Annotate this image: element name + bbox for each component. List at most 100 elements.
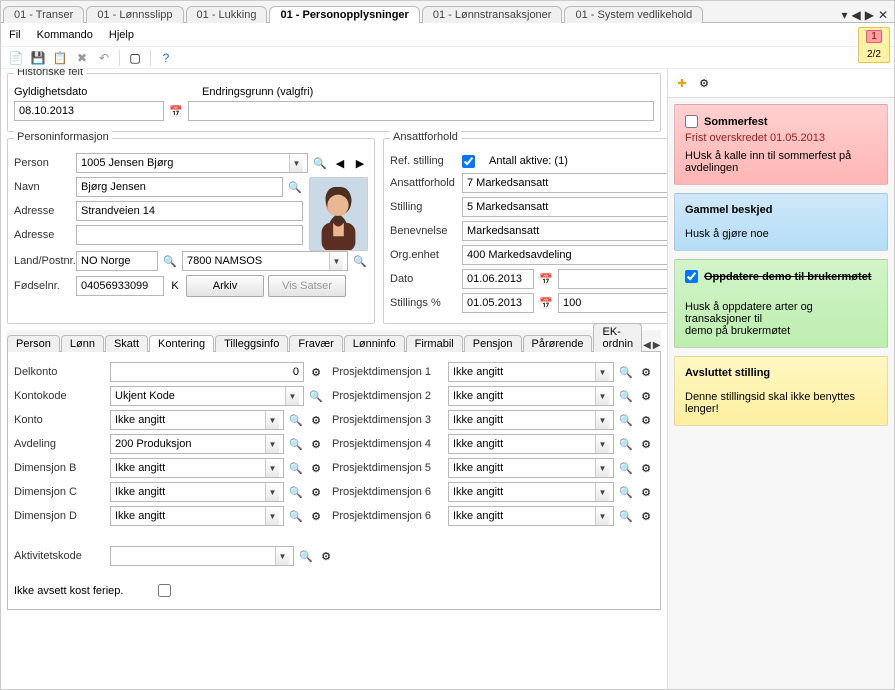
- benevnelse-input[interactable]: [462, 221, 667, 241]
- chevron-down-icon[interactable]: ▼: [289, 154, 303, 172]
- chevron-down-icon[interactable]: ▼: [595, 435, 609, 453]
- dimensjon-c-combo[interactable]: ▼: [110, 482, 284, 502]
- gear-icon[interactable]: ⚙: [638, 484, 654, 500]
- menu-fil[interactable]: Fil: [9, 29, 21, 41]
- chevron-down-icon[interactable]: ▼: [329, 252, 343, 270]
- tabs-menu-icon[interactable]: ▾: [841, 8, 847, 22]
- sticky-note[interactable]: Sommerfest Frist overskredet 01.05.2013 …: [674, 104, 888, 185]
- search-icon[interactable]: 🔍: [618, 412, 634, 428]
- avdeling-combo[interactable]: ▼: [110, 434, 284, 454]
- window-tab[interactable]: 01 - Lønnsslipp: [86, 6, 183, 23]
- prosjekt-dim-input[interactable]: [453, 459, 595, 477]
- gear-icon[interactable]: ⚙: [638, 364, 654, 380]
- search-icon[interactable]: 🔍: [618, 460, 634, 476]
- next-record-icon[interactable]: ▶: [352, 155, 368, 171]
- ansattforhold-input[interactable]: [467, 174, 667, 192]
- prosjekt-dim-input[interactable]: [453, 411, 595, 429]
- kontokode-combo[interactable]: ▼: [110, 386, 304, 406]
- vis-satser-button[interactable]: Vis Satser: [268, 275, 346, 297]
- dimensjon-d-input[interactable]: [115, 507, 265, 525]
- prosjekt-dim-input[interactable]: [453, 483, 595, 501]
- chevron-down-icon[interactable]: ▼: [595, 387, 609, 405]
- fodselnr-input[interactable]: [76, 276, 164, 296]
- prosjekt-dim3-combo[interactable]: ▼: [448, 410, 614, 430]
- stilling-input[interactable]: [462, 197, 667, 217]
- search-icon[interactable]: 🔍: [308, 388, 324, 404]
- prosjekt-dim2-combo[interactable]: ▼: [448, 386, 614, 406]
- chevron-down-icon[interactable]: ▼: [595, 363, 609, 381]
- calendar-icon[interactable]: 📅: [538, 295, 554, 311]
- adresse-input[interactable]: [76, 201, 303, 221]
- chevron-down-icon[interactable]: ▼: [595, 507, 609, 525]
- gear-icon[interactable]: ⚙: [638, 460, 654, 476]
- detail-tabs-prev-icon[interactable]: ◀: [643, 340, 651, 351]
- tabs-next-icon[interactable]: ▶: [865, 8, 874, 22]
- prosjekt-dim-input[interactable]: [453, 387, 595, 405]
- note-checkbox[interactable]: [685, 270, 698, 283]
- detail-tab[interactable]: Person: [7, 335, 60, 352]
- gear-icon[interactable]: ⚙: [318, 548, 334, 564]
- tabs-close-icon[interactable]: ✕: [878, 8, 888, 22]
- note-checkbox[interactable]: [685, 115, 698, 128]
- chevron-down-icon[interactable]: ▼: [285, 387, 299, 405]
- notes-settings-icon[interactable]: ⚙: [696, 75, 712, 91]
- chevron-down-icon[interactable]: ▼: [265, 507, 279, 525]
- prosjekt-dim-input[interactable]: [453, 435, 595, 453]
- detail-tab[interactable]: Lønninfo: [344, 335, 405, 352]
- search-icon[interactable]: 🔍: [618, 388, 634, 404]
- detail-tab[interactable]: Tilleggsinfo: [215, 335, 288, 352]
- land-combo[interactable]: ▼: [76, 251, 158, 271]
- calendar-icon[interactable]: 📅: [538, 271, 554, 287]
- gear-icon[interactable]: ⚙: [308, 412, 324, 428]
- stillingspct-input[interactable]: [558, 293, 667, 313]
- search-icon[interactable]: 🔍: [288, 484, 304, 500]
- gear-icon[interactable]: ⚙: [308, 460, 324, 476]
- search-icon[interactable]: 🔍: [618, 508, 634, 524]
- endringsgrunn-input[interactable]: [188, 101, 654, 121]
- menu-kommando[interactable]: Kommando: [37, 29, 93, 41]
- kontokode-input[interactable]: [115, 387, 285, 405]
- search-icon[interactable]: 🔍: [312, 155, 328, 171]
- search-icon[interactable]: 🔍: [287, 179, 303, 195]
- chevron-down-icon[interactable]: ▼: [265, 435, 279, 453]
- gear-icon[interactable]: ⚙: [308, 436, 324, 452]
- chevron-down-icon[interactable]: ▼: [265, 483, 279, 501]
- detail-tab[interactable]: Lønn: [61, 335, 104, 352]
- postnr-combo[interactable]: ▼: [182, 251, 348, 271]
- prosjekt-dim6-combo[interactable]: ▼: [448, 482, 614, 502]
- gear-icon[interactable]: ⚙: [638, 412, 654, 428]
- window-tab[interactable]: 01 - Lukking: [186, 6, 268, 23]
- postnr-input[interactable]: [187, 252, 329, 270]
- gear-icon[interactable]: ⚙: [638, 508, 654, 524]
- prev-record-icon[interactable]: ◀: [332, 155, 348, 171]
- ikke-avsett-checkbox[interactable]: [158, 584, 171, 597]
- undo-icon[interactable]: ↶: [95, 49, 113, 67]
- dato1-input[interactable]: [462, 269, 534, 289]
- window-tab[interactable]: 01 - Transer: [3, 6, 84, 23]
- dimensjon-d-combo[interactable]: ▼: [110, 506, 284, 526]
- gear-icon[interactable]: ⚙: [638, 388, 654, 404]
- notes-badge[interactable]: 1 2/2: [858, 27, 890, 63]
- delkonto-input[interactable]: [110, 362, 304, 382]
- gear-icon[interactable]: ⚙: [308, 484, 324, 500]
- search-icon[interactable]: 🔍: [288, 412, 304, 428]
- aktivitetskode-input[interactable]: [115, 547, 275, 565]
- orgenhet-input[interactable]: [467, 246, 667, 264]
- dimensjon-b-combo[interactable]: ▼: [110, 458, 284, 478]
- sticky-note[interactable]: Avsluttet stilling Denne stillingsid ska…: [674, 356, 888, 426]
- save-icon[interactable]: 💾: [29, 49, 47, 67]
- dimensjon-b-input[interactable]: [115, 459, 265, 477]
- search-icon[interactable]: 🔍: [288, 460, 304, 476]
- search-icon[interactable]: 🔍: [352, 253, 368, 269]
- chevron-down-icon[interactable]: ▼: [595, 483, 609, 501]
- detail-tab[interactable]: Pensjon: [464, 335, 522, 352]
- person-combo[interactable]: ▼: [76, 153, 308, 173]
- chevron-down-icon[interactable]: ▼: [275, 547, 289, 565]
- navn-input[interactable]: [76, 177, 283, 197]
- arkiv-button[interactable]: Arkiv: [186, 275, 264, 297]
- copy-icon[interactable]: 📋: [51, 49, 69, 67]
- chevron-down-icon[interactable]: ▼: [265, 459, 279, 477]
- chevron-down-icon[interactable]: ▼: [265, 411, 279, 429]
- tabs-prev-icon[interactable]: ◀: [851, 8, 860, 22]
- chevron-down-icon[interactable]: ▼: [595, 411, 609, 429]
